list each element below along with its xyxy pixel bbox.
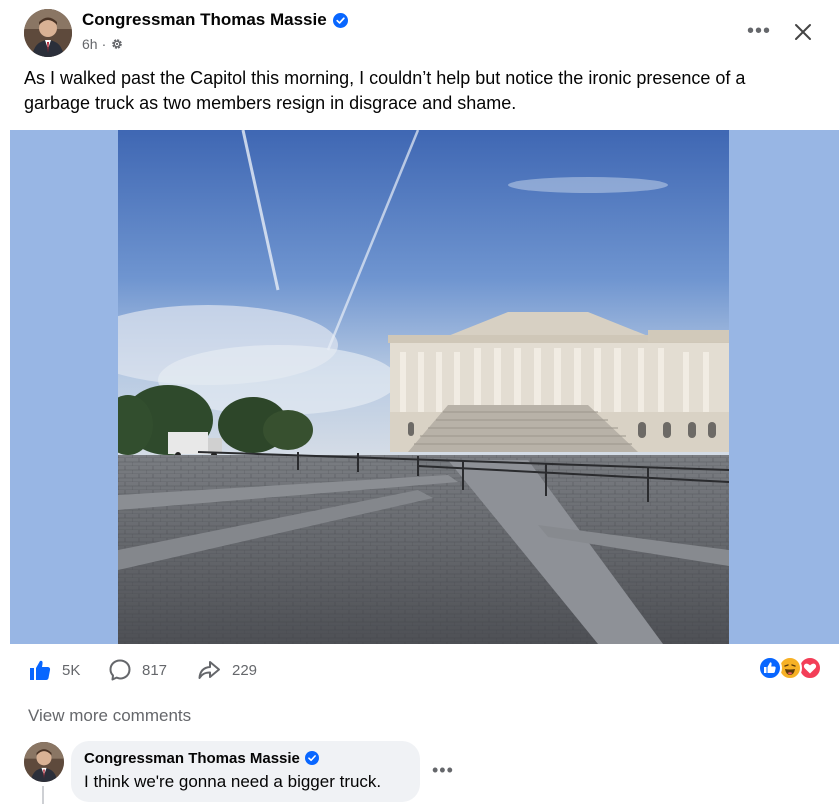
author-row: Congressman Thomas Massie [82, 10, 348, 30]
thumbs-up-icon [30, 660, 51, 680]
facebook-post: Congressman Thomas Massie 6h · ••• As I … [0, 0, 839, 804]
comment-button[interactable]: 817 [108, 658, 167, 682]
close-icon[interactable] [789, 18, 817, 46]
author-name[interactable]: Congressman Thomas Massie [82, 10, 327, 30]
gear-icon[interactable] [110, 37, 124, 51]
comment-text: I think we're gonna need a bigger truck. [84, 772, 382, 791]
comment-author-name[interactable]: Congressman Thomas Massie [84, 750, 300, 767]
like-count: 5K [62, 661, 81, 679]
post-meta: 6h · [82, 36, 124, 52]
author-avatar[interactable] [24, 9, 72, 57]
post-text: As I walked past the Capitol this mornin… [24, 68, 746, 113]
share-button[interactable]: 229 [196, 658, 257, 682]
like-button[interactable]: 5K [28, 658, 80, 682]
post-header: Congressman Thomas Massie 6h · ••• [0, 0, 839, 64]
comment-author-avatar[interactable] [24, 742, 64, 782]
post-actions-bar: 5K 817 229 [0, 646, 839, 694]
comment-count: 817 [142, 661, 168, 679]
verified-badge-icon [304, 751, 320, 766]
comment-thread-line [42, 786, 44, 804]
comment-more-button[interactable]: ••• [432, 760, 454, 781]
comment-author-row: Congressman Thomas Massie [84, 750, 320, 767]
meta-separator: · [101, 36, 107, 52]
comment-bubble: Congressman Thomas Massie I think we're … [71, 741, 420, 802]
view-more-comments-link[interactable]: View more comments [28, 706, 191, 726]
reaction-summary[interactable] [758, 656, 824, 682]
share-icon [198, 661, 220, 679]
comment-icon [109, 659, 131, 681]
post-more-button[interactable]: ••• [745, 18, 773, 44]
capitol-photo[interactable] [118, 130, 729, 644]
like-icon [758, 656, 782, 680]
share-count: 229 [232, 661, 258, 679]
verified-badge-icon [332, 12, 348, 28]
post-timestamp[interactable]: 6h [82, 36, 98, 52]
